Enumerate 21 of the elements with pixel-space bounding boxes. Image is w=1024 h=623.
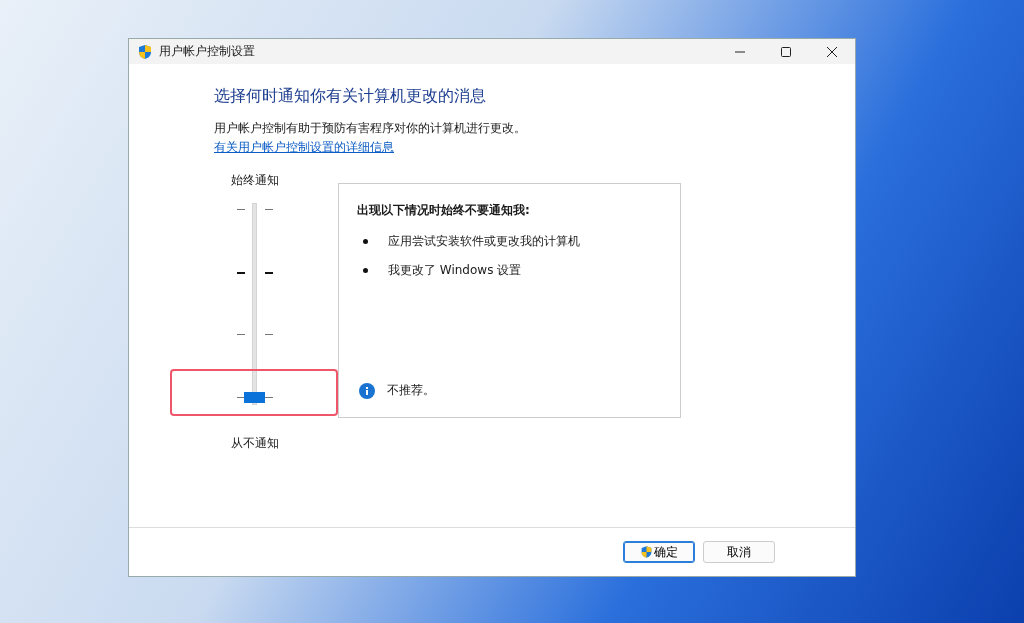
cancel-button[interactable]: 取消 — [703, 541, 775, 563]
panel-title: 出现以下情况时始终不要通知我: — [357, 202, 531, 219]
ok-button[interactable]: 确定 — [623, 541, 695, 563]
slider-bottom-label: 从不通知 — [229, 435, 280, 452]
bullet-icon — [363, 239, 368, 244]
heading: 选择何时通知你有关计算机更改的消息 — [214, 86, 487, 107]
slider-top-label: 始终通知 — [229, 172, 280, 189]
bullet-icon — [363, 268, 368, 273]
info-icon — [359, 382, 375, 399]
panel-item: 我更改了 Windows 设置 — [388, 262, 522, 279]
minimize-icon — [735, 51, 745, 52]
close-icon — [827, 46, 837, 57]
shield-icon — [640, 545, 653, 559]
maximize-icon — [781, 46, 791, 57]
details-link[interactable]: 有关用户帐户控制设置的详细信息 — [214, 139, 394, 156]
window-title: 用户帐户控制设置 — [159, 43, 255, 60]
shield-icon — [137, 43, 153, 60]
panel-item: 应用尝试安装软件或更改我的计算机 — [388, 233, 580, 250]
note-text: 不推荐。 — [387, 382, 435, 399]
slider-thumb[interactable] — [243, 391, 265, 403]
description-text: 用户帐户控制有助于预防有害程序对你的计算机进行更改。 — [214, 120, 527, 137]
